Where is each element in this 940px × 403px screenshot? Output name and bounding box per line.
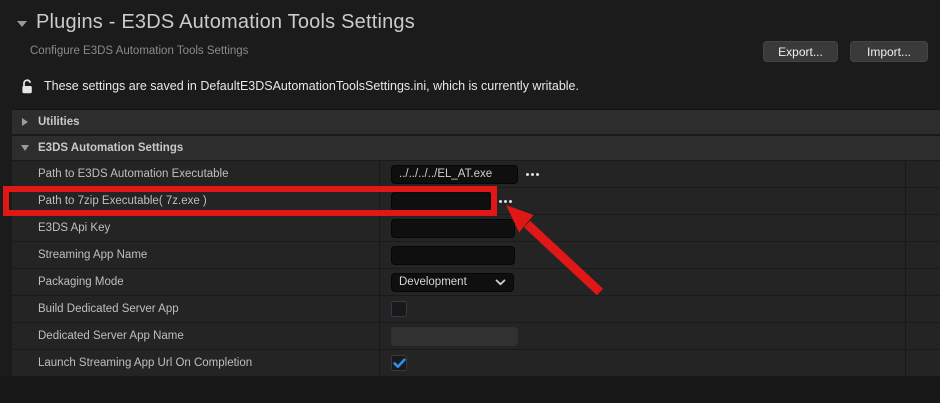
setting-label: Dedicated Server App Name [12, 323, 380, 349]
setting-label: Path to 7zip Executable( 7z.exe ) [12, 188, 380, 214]
title-caret-down-icon[interactable] [17, 21, 27, 27]
export-button-label: Export... [778, 45, 823, 59]
packaging-mode-dropdown[interactable]: Development [391, 273, 514, 292]
ellipsis-icon [499, 200, 502, 203]
panel-footer [0, 376, 940, 403]
setting-row-launch-streaming-app-url-on-completion: Launch Streaming App Url On Completion [12, 350, 940, 377]
ellipsis-icon [526, 173, 529, 176]
streaming-app-name-input[interactable] [391, 246, 515, 265]
chevron-down-icon [495, 279, 506, 286]
7zip-executable-input[interactable] [391, 192, 491, 211]
browse-ellipsis-button[interactable] [499, 196, 515, 206]
page-title: Plugins - E3DS Automation Tools Settings [36, 11, 415, 34]
setting-row-streaming-app-name: Streaming App Name [12, 242, 940, 269]
unlock-icon [20, 78, 34, 94]
setting-row-dedicated-server-app-name: Dedicated Server App Name [12, 323, 940, 350]
setting-row-build-dedicated-server-app: Build Dedicated Server App [12, 296, 940, 323]
setting-label: Build Dedicated Server App [12, 296, 380, 322]
packaging-mode-selected-value: Development [399, 276, 467, 288]
import-button-label: Import... [867, 45, 911, 59]
project-settings-window: Plugins - E3DS Automation Tools Settings… [0, 0, 940, 403]
config-file-notice: These settings are saved in DefaultE3DSA… [20, 74, 940, 98]
setting-row-packaging-mode: Packaging Mode Development [12, 269, 940, 296]
export-button[interactable]: Export... [763, 41, 838, 62]
setting-label: Streaming App Name [12, 242, 380, 268]
setting-label: E3DS Api Key [12, 215, 380, 241]
section-header-utilities[interactable]: Utilities [12, 109, 940, 134]
section-label: E3DS Automation Settings [38, 142, 183, 154]
setting-row-path-to-7zip-executable: Path to 7zip Executable( 7z.exe ) [12, 188, 940, 215]
setting-row-path-to-e3ds-automation-executable: Path to E3DS Automation Executable [12, 161, 940, 188]
e3ds-api-key-input[interactable] [391, 219, 515, 238]
browse-ellipsis-button[interactable] [526, 169, 542, 179]
settings-panel: Utilities E3DS Automation Settings Path … [0, 109, 940, 377]
section-header-e3ds-automation-settings[interactable]: E3DS Automation Settings [12, 136, 940, 160]
e3ds-automation-executable-input[interactable] [391, 165, 518, 184]
check-icon [393, 358, 406, 369]
caret-right-icon [22, 118, 28, 126]
import-button[interactable]: Import... [850, 41, 928, 62]
dedicated-server-app-name-input [391, 327, 518, 346]
build-dedicated-server-app-checkbox[interactable] [391, 301, 407, 317]
caret-down-icon [21, 145, 29, 151]
setting-label: Path to E3DS Automation Executable [12, 161, 380, 187]
setting-label: Packaging Mode [12, 269, 380, 295]
page-subtitle: Configure E3DS Automation Tools Settings [30, 45, 248, 57]
setting-row-e3ds-api-key: E3DS Api Key [12, 215, 940, 242]
launch-streaming-app-url-checkbox[interactable] [391, 355, 407, 371]
setting-label: Launch Streaming App Url On Completion [12, 350, 380, 376]
config-file-notice-text: These settings are saved in DefaultE3DSA… [44, 79, 579, 93]
section-label: Utilities [38, 116, 80, 128]
